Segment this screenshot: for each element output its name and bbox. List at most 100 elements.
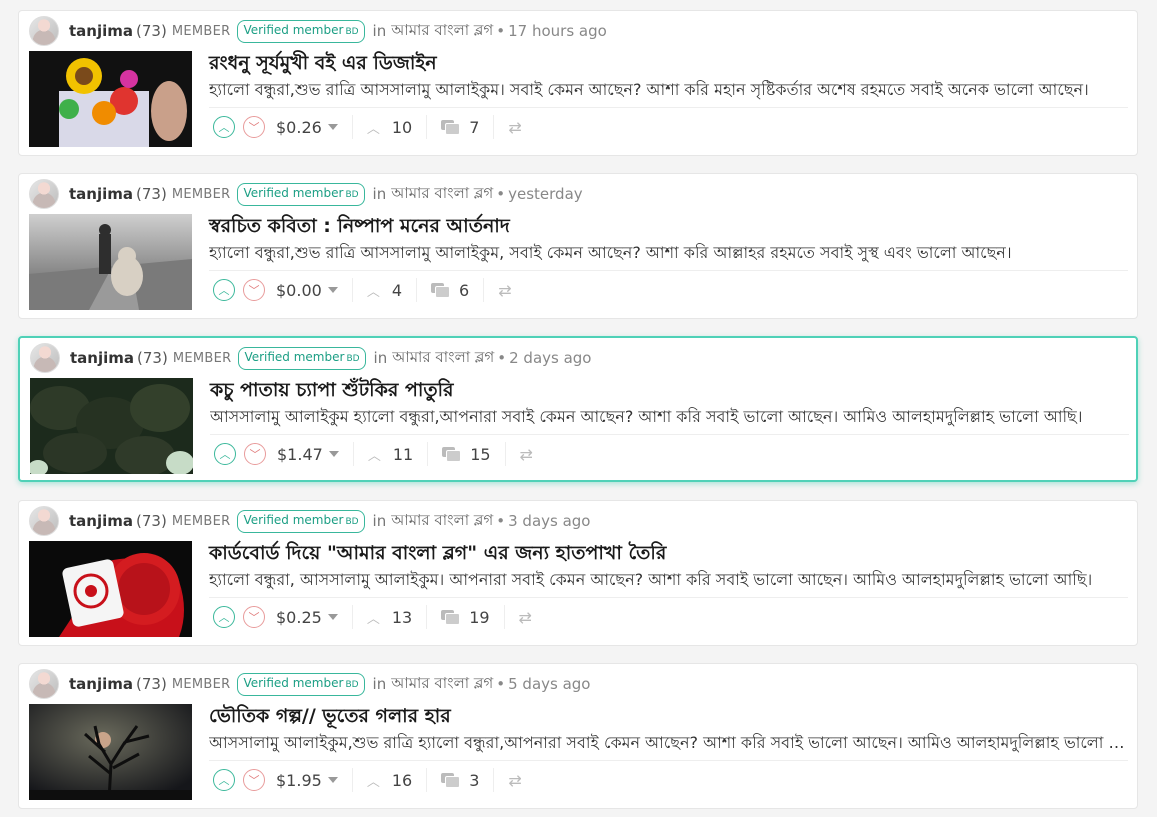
avatar[interactable] bbox=[30, 343, 60, 373]
reputation: (73) bbox=[136, 22, 167, 40]
avatar[interactable] bbox=[29, 179, 59, 209]
payout-value[interactable]: $0.00 bbox=[276, 281, 322, 300]
role-label: MEMBER bbox=[171, 23, 231, 39]
dot-separator: • bbox=[497, 349, 507, 367]
post-card[interactable]: tanjima (73) MEMBER Verified member BD in… bbox=[18, 336, 1138, 482]
badge-sub: BD bbox=[345, 516, 359, 527]
divider bbox=[351, 768, 353, 792]
divider bbox=[426, 115, 428, 139]
upvote-button[interactable]: ︿ bbox=[213, 116, 235, 138]
reputation: (73) bbox=[136, 185, 167, 203]
downvote-button[interactable]: ﹀ bbox=[243, 279, 265, 301]
chevron-up-icon: ︿ bbox=[366, 774, 380, 790]
post-card[interactable]: tanjima (73) MEMBER Verified member BD in… bbox=[18, 173, 1138, 319]
author-link[interactable]: tanjima bbox=[69, 675, 133, 693]
caret-down-icon[interactable] bbox=[327, 614, 338, 620]
reblog-icon[interactable]: ⇄ bbox=[498, 281, 511, 300]
post-feed: tanjima (73) MEMBER Verified member BD in… bbox=[0, 0, 1157, 817]
post-excerpt[interactable]: হ্যালো বন্ধুরা,শুভ রাত্রি আসসালামু আলাইক… bbox=[209, 77, 1126, 104]
reblog-icon[interactable]: ⇄ bbox=[508, 118, 521, 137]
divider bbox=[209, 760, 1128, 761]
reblog-icon[interactable]: ⇄ bbox=[508, 771, 521, 790]
votes-count[interactable]: ︿ 4 bbox=[367, 281, 402, 300]
payout-value[interactable]: $1.95 bbox=[276, 771, 322, 790]
post-thumbnail[interactable] bbox=[29, 51, 192, 147]
post-card[interactable]: tanjima (73) MEMBER Verified member BD in… bbox=[18, 10, 1138, 156]
chevron-down-icon: ﹀ bbox=[248, 284, 260, 297]
votes-count[interactable]: ︿ 10 bbox=[367, 118, 412, 137]
upvote-button[interactable]: ︿ bbox=[214, 443, 236, 465]
replies-value: 6 bbox=[459, 280, 470, 300]
caret-down-icon[interactable] bbox=[327, 777, 338, 783]
post-footer: ︿ ﹀ $1.95 ︿ 16 3 ⇄ bbox=[213, 768, 522, 792]
downvote-button[interactable]: ﹀ bbox=[244, 443, 266, 465]
caret-down-icon[interactable] bbox=[327, 287, 338, 293]
post-time[interactable]: 3 days ago bbox=[508, 512, 590, 530]
community-link[interactable]: আমার বাংলা ব্লগ bbox=[391, 19, 493, 44]
replies-value: 7 bbox=[469, 117, 480, 137]
author-link[interactable]: tanjima bbox=[69, 185, 133, 203]
post-time[interactable]: yesterday bbox=[508, 185, 583, 203]
votes-value: 11 bbox=[392, 444, 414, 464]
avatar[interactable] bbox=[29, 16, 59, 46]
payout-value[interactable]: $0.25 bbox=[276, 608, 322, 627]
post-card[interactable]: tanjima (73) MEMBER Verified member BD in… bbox=[18, 663, 1138, 809]
chevron-down-icon: ﹀ bbox=[248, 121, 260, 134]
chevron-up-icon: ︿ bbox=[218, 284, 230, 297]
caret-down-icon[interactable] bbox=[328, 451, 339, 457]
replies-count[interactable]: 15 bbox=[442, 445, 491, 464]
replies-count[interactable]: 7 bbox=[441, 118, 479, 137]
votes-count[interactable]: ︿ 13 bbox=[367, 608, 412, 627]
chevron-up-icon: ︿ bbox=[366, 121, 380, 137]
post-excerpt[interactable]: হ্যালো বন্ধুরা,শুভ রাত্রি আসসালামু আলাইক… bbox=[209, 240, 1126, 267]
avatar[interactable] bbox=[29, 506, 59, 536]
author-link[interactable]: tanjima bbox=[69, 512, 133, 530]
badge-sub: BD bbox=[345, 26, 359, 37]
post-thumbnail[interactable] bbox=[29, 541, 192, 637]
divider bbox=[427, 442, 429, 466]
avatar[interactable] bbox=[29, 669, 59, 699]
chevron-up-icon: ︿ bbox=[367, 448, 381, 464]
downvote-button[interactable]: ﹀ bbox=[243, 116, 265, 138]
author-link[interactable]: tanjima bbox=[70, 349, 134, 367]
payout-value[interactable]: $0.26 bbox=[276, 118, 322, 137]
downvote-button[interactable]: ﹀ bbox=[243, 769, 265, 791]
divider bbox=[416, 278, 418, 302]
post-excerpt[interactable]: আসসালামু আলাইকুম হ্যালো বন্ধুরা,আপনারা স… bbox=[210, 404, 1127, 431]
post-thumbnail[interactable] bbox=[30, 378, 193, 474]
post-thumbnail[interactable] bbox=[29, 704, 192, 800]
post-card[interactable]: tanjima (73) MEMBER Verified member BD in… bbox=[18, 500, 1138, 646]
post-excerpt[interactable]: আসসালামু আলাইকুম,শুভ রাত্রি হ্যালো বন্ধু… bbox=[209, 730, 1126, 757]
downvote-button[interactable]: ﹀ bbox=[243, 606, 265, 628]
replies-count[interactable]: 19 bbox=[441, 608, 490, 627]
reblog-icon[interactable]: ⇄ bbox=[520, 445, 533, 464]
post-time[interactable]: 5 days ago bbox=[508, 675, 590, 693]
replies-count[interactable]: 6 bbox=[431, 281, 469, 300]
in-label: in bbox=[372, 512, 387, 530]
post-excerpt[interactable]: হ্যালো বন্ধুরা, আসসালামু আলাইকুম। আপনারা… bbox=[209, 567, 1126, 594]
comments-icon bbox=[431, 283, 451, 298]
author-link[interactable]: tanjima bbox=[69, 22, 133, 40]
community-link[interactable]: আমার বাংলা ব্লগ bbox=[391, 182, 493, 207]
badge-sub: BD bbox=[345, 679, 359, 690]
upvote-button[interactable]: ︿ bbox=[213, 606, 235, 628]
votes-value: 13 bbox=[391, 607, 413, 627]
post-time[interactable]: 2 days ago bbox=[509, 349, 591, 367]
votes-count[interactable]: ︿ 11 bbox=[368, 445, 413, 464]
upvote-button[interactable]: ︿ bbox=[213, 279, 235, 301]
replies-count[interactable]: 3 bbox=[441, 771, 479, 790]
divider bbox=[351, 278, 353, 302]
verified-badge: Verified member BD bbox=[237, 182, 365, 206]
community-link[interactable]: আমার বাংলা ব্লগ bbox=[391, 672, 493, 697]
post-footer: ︿ ﹀ $1.47 ︿ 11 15 ⇄ bbox=[214, 442, 533, 466]
payout-value[interactable]: $1.47 bbox=[277, 445, 323, 464]
caret-down-icon[interactable] bbox=[327, 124, 338, 130]
post-thumbnail[interactable] bbox=[29, 214, 192, 310]
community-link[interactable]: আমার বাংলা ব্লগ bbox=[391, 509, 493, 534]
post-time[interactable]: 17 hours ago bbox=[508, 22, 607, 40]
dot-separator: • bbox=[496, 512, 506, 530]
community-link[interactable]: আমার বাংলা ব্লগ bbox=[392, 346, 494, 371]
upvote-button[interactable]: ︿ bbox=[213, 769, 235, 791]
votes-count[interactable]: ︿ 16 bbox=[367, 771, 412, 790]
reblog-icon[interactable]: ⇄ bbox=[519, 608, 532, 627]
